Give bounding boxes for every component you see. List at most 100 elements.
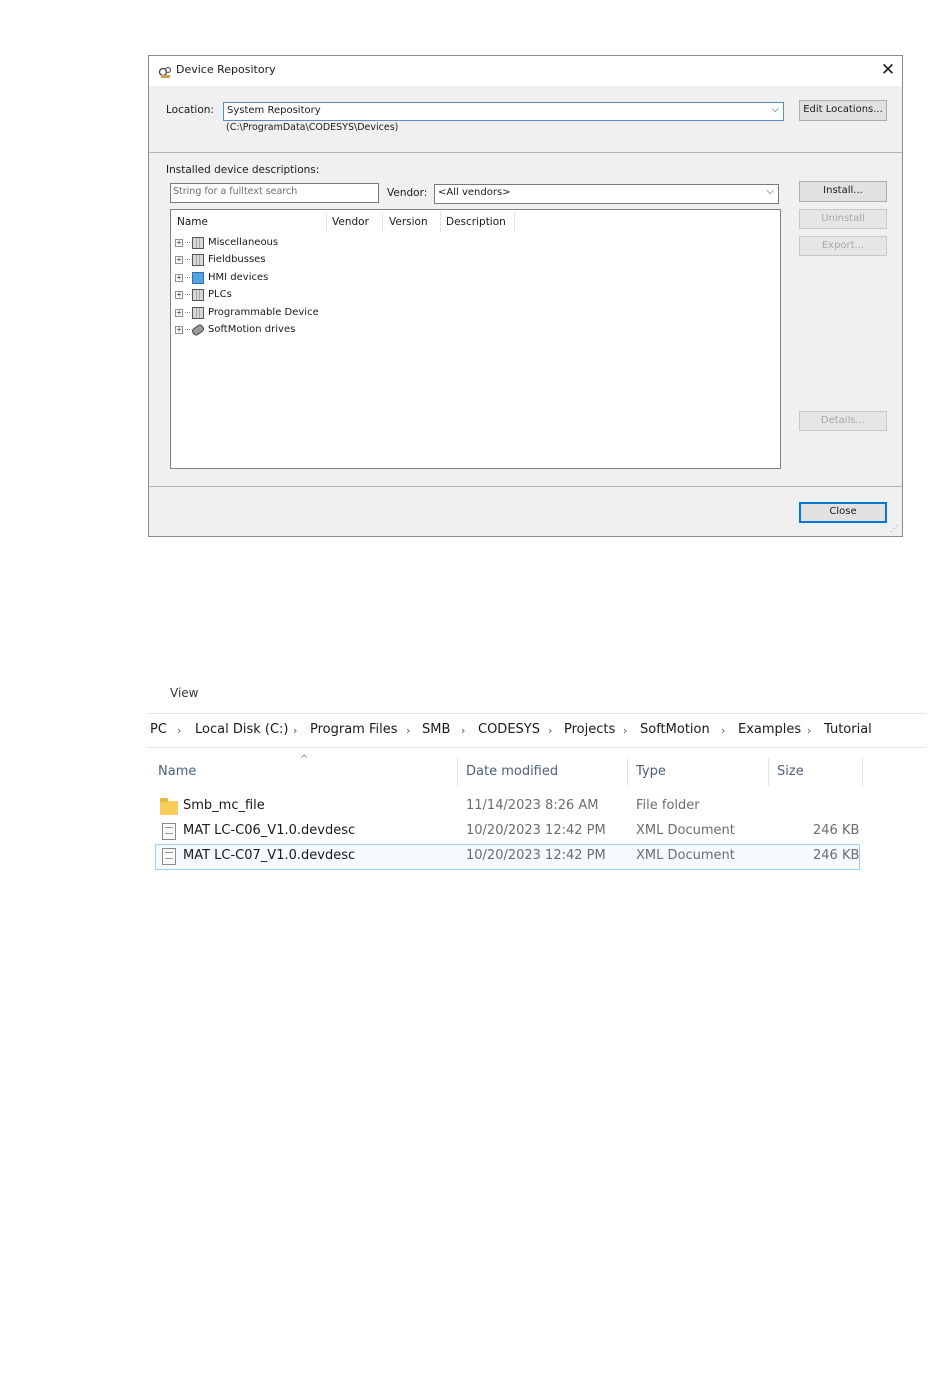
chevron-right-icon[interactable]: › <box>293 724 297 737</box>
monitor-icon <box>192 271 204 284</box>
search-input[interactable]: String for a fulltext search <box>170 183 379 203</box>
file-type: XML Document <box>636 848 735 863</box>
file-size: 246 KB <box>813 823 860 838</box>
tree-item-label: PLCs <box>208 289 232 300</box>
file-row-selected[interactable]: MAT LC-C07_V1.0.devdesc 10/20/2023 12:42… <box>155 844 860 870</box>
chevron-right-icon[interactable]: › <box>807 724 811 737</box>
breadcrumb-item[interactable]: Projects <box>564 722 615 737</box>
column-description[interactable]: Description <box>446 216 506 228</box>
expand-icon[interactable]: + <box>175 273 183 282</box>
breadcrumb-item[interactable]: Examples <box>738 722 801 737</box>
file-date: 10/20/2023 12:42 PM <box>466 848 606 863</box>
file-type: XML Document <box>636 823 735 838</box>
tree-item-fieldbusses[interactable]: + Fieldbusses <box>175 251 266 268</box>
column-divider <box>326 212 327 232</box>
file-size: 246 KB <box>813 848 860 863</box>
install-button[interactable]: Install... <box>799 181 887 202</box>
tree-item-label: HMI devices <box>208 272 269 283</box>
tree-item-label: Programmable Device <box>208 307 319 318</box>
tree-item-hmi-devices[interactable]: + HMI devices <box>175 269 268 286</box>
expand-icon[interactable]: + <box>175 308 183 317</box>
tree-item-label: SoftMotion drives <box>208 324 296 335</box>
repository-icon <box>158 64 172 78</box>
details-button[interactable]: Details... <box>799 411 887 431</box>
xml-file-icon <box>162 823 176 840</box>
divider <box>149 152 902 153</box>
export-button[interactable]: Export... <box>799 236 887 256</box>
chevron-right-icon[interactable]: › <box>548 724 552 737</box>
breadcrumb-item[interactable]: SMB <box>422 722 450 737</box>
divider <box>148 747 926 748</box>
breadcrumb-item[interactable]: Program Files <box>310 722 398 737</box>
column-divider[interactable] <box>862 758 863 786</box>
chevron-right-icon[interactable]: › <box>177 724 181 737</box>
device-repository-dialog: Device Repository ✕ Location: System Rep… <box>148 55 903 537</box>
chevron-down-icon: ⌵ <box>766 186 774 197</box>
uninstall-button[interactable]: Uninstall <box>799 209 887 229</box>
breadcrumb-item[interactable]: CODESYS <box>478 722 540 737</box>
chevron-right-icon[interactable]: › <box>406 724 410 737</box>
expand-icon[interactable]: + <box>175 290 183 299</box>
breadcrumb-item[interactable]: Tutorial <box>824 722 872 737</box>
edit-locations-button[interactable]: Edit Locations... <box>799 100 887 121</box>
close-icon[interactable]: ✕ <box>877 60 899 82</box>
expand-icon[interactable]: + <box>175 238 183 247</box>
column-divider <box>382 212 383 232</box>
file-row[interactable]: MAT LC-C06_V1.0.devdesc 10/20/2023 12:42… <box>155 820 860 844</box>
tree-item-programmable-device[interactable]: + Programmable Device <box>175 304 319 321</box>
sort-ascending-icon: ^ <box>300 754 309 765</box>
chevron-right-icon[interactable]: › <box>623 724 627 737</box>
expand-icon[interactable]: + <box>175 255 183 264</box>
tree-item-softmotion-drives[interactable]: + SoftMotion drives <box>175 321 295 338</box>
vendor-select[interactable]: <All vendors> ⌵ <box>434 184 779 204</box>
chevron-right-icon[interactable]: › <box>461 724 465 737</box>
divider <box>148 713 926 714</box>
tree-item-plcs[interactable]: + PLCs <box>175 286 232 303</box>
tree-item-miscellaneous[interactable]: + Miscellaneous <box>175 234 278 251</box>
column-name[interactable]: Name <box>158 764 196 779</box>
file-name: Smb_mc_file <box>183 798 265 813</box>
file-row[interactable]: Smb_mc_file 11/14/2023 8:26 AM File fold… <box>155 795 860 819</box>
column-divider[interactable] <box>627 758 628 786</box>
column-divider[interactable] <box>768 758 769 786</box>
column-name[interactable]: Name <box>177 216 208 228</box>
file-date: 10/20/2023 12:42 PM <box>466 823 606 838</box>
file-name: MAT LC-C06_V1.0.devdesc <box>183 823 356 838</box>
column-type[interactable]: Type <box>636 764 666 779</box>
breadcrumb-item[interactable]: PC <box>150 722 167 737</box>
breadcrumb-item[interactable]: SoftMotion <box>640 722 710 737</box>
xml-file-icon <box>162 848 176 865</box>
expand-icon[interactable]: + <box>175 325 183 334</box>
location-value: System Repository <box>227 105 321 116</box>
close-button[interactable]: Close <box>799 502 887 523</box>
vendor-value: <All vendors> <box>438 187 511 198</box>
column-date-modified[interactable]: Date modified <box>466 764 558 779</box>
title-bar: Device Repository ✕ <box>149 56 902 86</box>
device-icon <box>192 288 204 301</box>
vendor-label: Vendor: <box>387 187 428 199</box>
dialog-title: Device Repository <box>176 63 276 76</box>
device-tree[interactable]: Name Vendor Version Description + Miscel… <box>170 209 781 469</box>
resize-grip-icon[interactable]: ⋰ <box>890 524 898 533</box>
tree-item-label: Fieldbusses <box>208 254 266 265</box>
column-divider <box>514 212 515 232</box>
divider <box>149 486 902 487</box>
file-type: File folder <box>636 798 700 813</box>
location-path: (C:\ProgramData\CODESYS\Devices) <box>226 122 399 133</box>
column-size[interactable]: Size <box>777 764 804 779</box>
location-select[interactable]: System Repository ⌵ <box>223 102 784 121</box>
column-version[interactable]: Version <box>389 216 428 228</box>
column-divider[interactable] <box>457 758 458 786</box>
folder-icon <box>160 798 178 815</box>
device-icon <box>192 236 204 249</box>
chevron-down-icon: ⌵ <box>771 104 779 115</box>
installed-label: Installed device descriptions: <box>166 164 320 176</box>
view-menu[interactable]: View <box>170 686 198 700</box>
column-vendor[interactable]: Vendor <box>332 216 369 228</box>
device-icon <box>192 306 204 319</box>
file-name: MAT LC-C07_V1.0.devdesc <box>183 848 356 863</box>
column-divider <box>440 212 441 232</box>
file-date: 11/14/2023 8:26 AM <box>466 798 599 813</box>
chevron-right-icon[interactable]: › <box>721 724 725 737</box>
breadcrumb-item[interactable]: Local Disk (C:) <box>195 722 288 737</box>
